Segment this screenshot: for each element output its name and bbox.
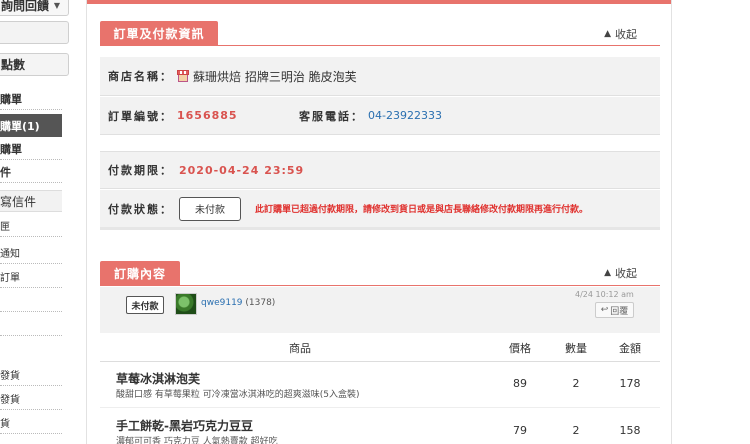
sidebar-sub-goods[interactable]: 貨: [0, 412, 62, 434]
shop-name[interactable]: 蘇珊烘焙 招牌三明治 脆皮泡芙: [193, 68, 357, 85]
sidebar-sub-notice[interactable]: 通知: [0, 242, 62, 264]
collapse-label: 收起: [615, 267, 637, 280]
product-qty: 2: [572, 424, 580, 437]
sidebar-item-label: 購單(1): [0, 119, 40, 133]
product-total: 178: [619, 377, 641, 390]
overdue-warning: 此訂購單已超過付款期限，請修改到貨日或是與店長聯絡修改付款期限再進行付款。: [255, 205, 589, 215]
product-price: 79: [513, 424, 527, 437]
payment-section-divider: [100, 45, 660, 46]
top-accent-bar: [87, 0, 671, 4]
sidebar-sub-label: 匣: [0, 222, 10, 233]
col-product: 商品: [289, 342, 311, 355]
col-qty: 數量: [565, 342, 587, 355]
sidebar-item-items[interactable]: 件: [0, 162, 62, 183]
col-total: 金額: [619, 342, 641, 355]
order-collapse-button[interactable]: ▲ 收起: [604, 265, 637, 281]
avatar[interactable]: [175, 293, 197, 315]
order-message-bar: 未付款 qwe9119 (1378) 4/24 10:12 am ↩ 回覆: [100, 287, 660, 333]
sidebar-points-label: 點數: [1, 58, 26, 72]
deadline-row: 付款期限： 2020-04-24 23:59: [100, 151, 660, 189]
message-timestamp: 4/24 10:12 am: [575, 290, 634, 299]
deadline-label: 付款期限：: [108, 164, 173, 177]
sidebar-item-orders-2[interactable]: 購單: [0, 139, 62, 160]
product-name[interactable]: 草莓冰淇淋泡芙: [116, 370, 200, 387]
user-info: qwe9119 (1378): [201, 298, 275, 308]
order-table-header: 商品 價格 數量 金額: [100, 334, 660, 362]
phone-label: 客服電話：: [299, 109, 364, 123]
sidebar-sub-ship-2[interactable]: 發貨: [0, 388, 62, 410]
order-no-value: 1656885: [177, 109, 238, 122]
product-qty: 2: [572, 377, 580, 390]
sidebar-sub-label: 發貨: [0, 371, 20, 382]
status-label: 付款狀態：: [108, 202, 173, 216]
main-panel: 訂單及付款資訊 ▲ 收起 商店名稱： 蘇珊烘焙 招牌三明治 脆皮泡芙 訂單編號：…: [86, 0, 672, 444]
sidebar-item-label: 購單: [0, 143, 22, 156]
payment-section-title: 訂單及付款資訊: [100, 21, 218, 45]
reply-button[interactable]: ↩ 回覆: [595, 302, 634, 318]
sidebar-sub-empty-2[interactable]: [0, 314, 62, 336]
order-status-badge: 未付款: [126, 296, 164, 314]
phone-value[interactable]: 04-23922333: [368, 109, 442, 122]
sidebar-blank-button[interactable]: [0, 21, 69, 44]
sidebar-sub-ship-1[interactable]: 發貨: [0, 364, 62, 386]
sidebar-points-button[interactable]: 點數: [0, 53, 69, 76]
payment-collapse-button[interactable]: ▲ 收起: [604, 26, 637, 42]
unpaid-status-button[interactable]: 未付款: [179, 196, 241, 221]
sidebar-item-orders[interactable]: 購單: [0, 89, 62, 110]
sidebar-sub-inbox[interactable]: 匣: [0, 215, 62, 237]
col-price: 價格: [509, 342, 531, 355]
sidebar-sub-order[interactable]: 訂單: [0, 266, 62, 288]
sidebar-feedback-dropdown[interactable]: 詢問回饋 ▼: [0, 0, 69, 16]
sidebar-sub-label: 貨: [0, 419, 10, 430]
sidebar-write-mail[interactable]: 寫信件: [0, 190, 62, 212]
order-section-title: 訂購內容: [100, 261, 180, 285]
status-row: 付款狀態： 未付款 此訂購單已超過付款期限，請修改到貨日或是與店長聯絡修改付款期…: [100, 190, 660, 230]
shop-icon: [177, 70, 189, 82]
order-section-divider: [100, 285, 660, 286]
product-desc: 酸甜口感 有草莓果粒 可冷凍當冰淇淋吃的超爽滋味(5入盒裝): [116, 390, 360, 400]
sidebar-feedback-label: 詢問回饋: [1, 0, 50, 13]
product-name[interactable]: 手工餅乾-黑岩巧克力豆豆: [116, 417, 253, 434]
order-no-label: 訂單編號：: [108, 109, 173, 123]
deadline-value: 2020-04-24 23:59: [179, 163, 305, 177]
table-row: 手工餅乾-黑岩巧克力豆豆 濃郁可可香 巧克力豆 人氣熱賣款 超好吃 79 2 1…: [100, 409, 660, 444]
product-total: 158: [619, 424, 641, 437]
shop-row: 商店名稱： 蘇珊烘焙 招牌三明治 脆皮泡芙: [100, 57, 660, 96]
triangle-up-icon: ▲: [604, 268, 611, 278]
sidebar-write-label: 寫信件: [0, 194, 37, 209]
sidebar-item-orders-active[interactable]: 購單(1): [0, 114, 62, 137]
sidebar-item-label: 件: [0, 166, 11, 179]
sidebar-sub-empty-1[interactable]: [0, 290, 62, 312]
sidebar-sub-label: 訂單: [0, 273, 20, 284]
product-price: 89: [513, 377, 527, 390]
shop-label: 商店名稱：: [108, 70, 173, 83]
table-row: 草莓冰淇淋泡芙 酸甜口感 有草莓果粒 可冷凍當冰淇淋吃的超爽滋味(5入盒裝) 8…: [100, 362, 660, 408]
reply-label: 回覆: [610, 306, 629, 317]
sidebar-sub-label: 發貨: [0, 395, 20, 406]
product-desc: 濃郁可可香 巧克力豆 人氣熱賣款 超好吃: [116, 437, 278, 444]
username-link[interactable]: qwe9119: [201, 298, 243, 308]
collapse-label: 收起: [615, 28, 637, 41]
reply-icon: ↩: [600, 305, 609, 315]
sidebar-sub-label: 通知: [0, 249, 20, 260]
sidebar: 詢問回饋 ▼ 點數 購單 購單(1) 購單 件 寫信件 匣 通知 訂單 發貨 發…: [0, 0, 70, 444]
chevron-down-icon: ▼: [53, 1, 60, 10]
sidebar-item-label: 購單: [0, 93, 22, 106]
order-no-row: 訂單編號： 1656885 客服電話： 04-23922333: [100, 97, 660, 135]
user-count: (1378): [245, 298, 276, 308]
triangle-up-icon: ▲: [604, 29, 611, 39]
